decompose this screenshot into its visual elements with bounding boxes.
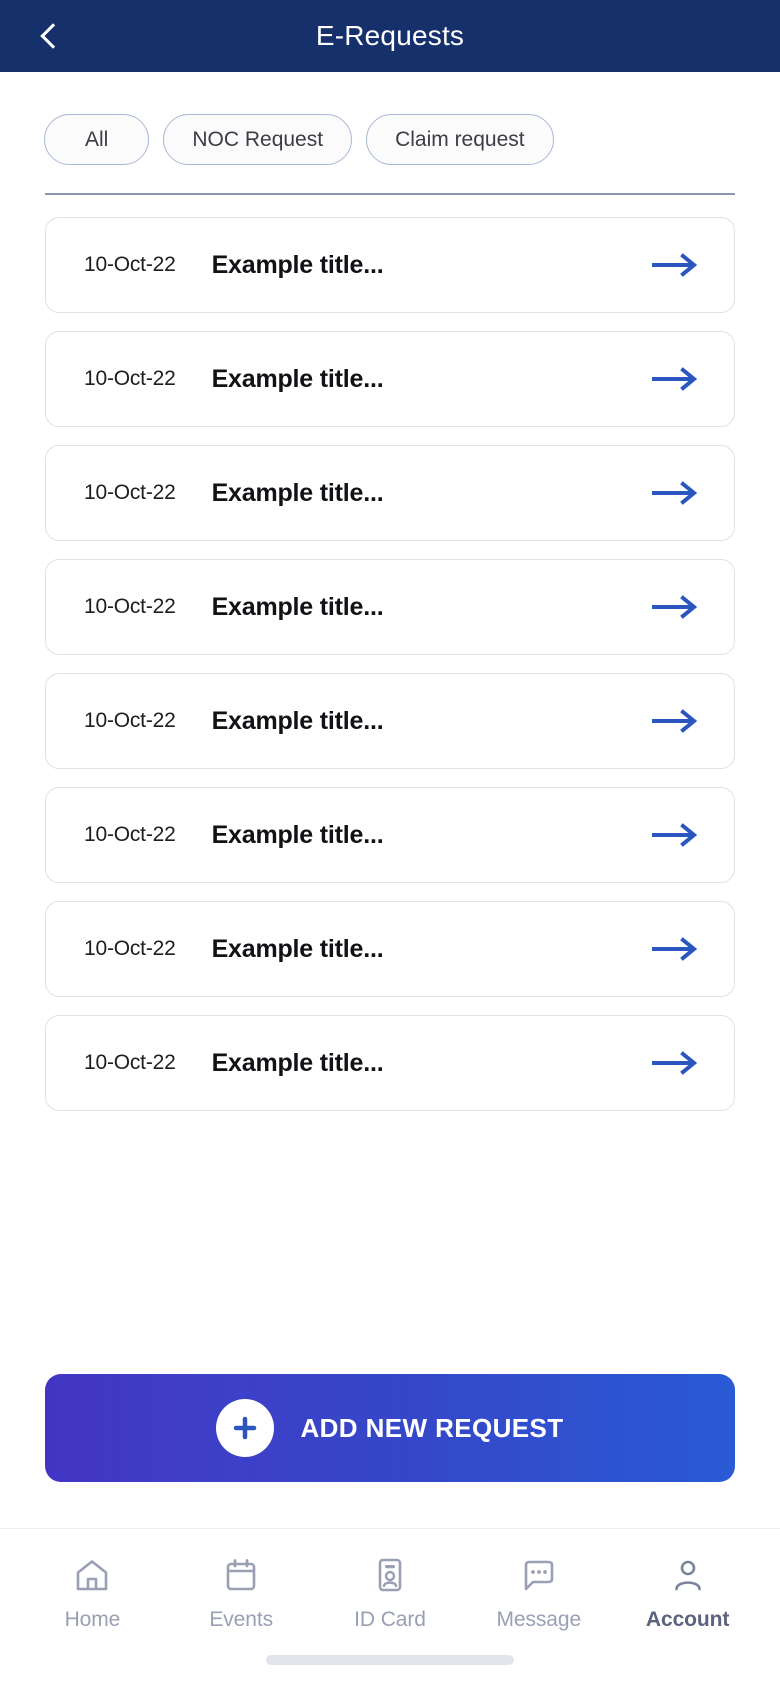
request-date: 10-Oct-22	[84, 709, 176, 733]
request-date: 10-Oct-22	[84, 481, 176, 505]
cta-container: ADD NEW REQUEST	[0, 1374, 780, 1482]
arrow-right-icon[interactable]	[652, 1050, 698, 1076]
add-new-request-button[interactable]: ADD NEW REQUEST	[45, 1374, 735, 1482]
request-title: Example title...	[211, 478, 384, 507]
request-row[interactable]: 10-Oct-22 Example title...	[45, 559, 735, 656]
nav-item-events[interactable]: Events	[171, 1555, 311, 1632]
request-row[interactable]: 10-Oct-22 Example title...	[45, 787, 735, 884]
nav-label-home: Home	[64, 1608, 121, 1631]
app-header: E-Requests	[0, 0, 780, 72]
request-title: Example title...	[211, 1048, 384, 1077]
page-title: E-Requests	[315, 20, 465, 51]
home-icon	[72, 1555, 112, 1595]
request-title: Example title...	[211, 250, 384, 279]
request-title: Example title...	[211, 592, 384, 621]
back-button[interactable]	[26, 12, 74, 60]
nav-label-account: Account	[645, 1608, 730, 1631]
request-row[interactable]: 10-Oct-22 Example title...	[45, 445, 735, 542]
request-row[interactable]: 10-Oct-22 Example title...	[45, 331, 735, 428]
nav-item-account[interactable]: Account	[618, 1555, 758, 1632]
arrow-right-icon[interactable]	[652, 936, 698, 962]
filter-chip-group: All NOC Request Claim request	[0, 72, 780, 166]
arrow-right-icon[interactable]	[652, 708, 698, 734]
nav-label-events: Events	[209, 1608, 273, 1631]
filter-chip-all[interactable]: All	[44, 114, 150, 166]
id-card-icon	[370, 1555, 410, 1595]
filter-chip-claim-request[interactable]: Claim request	[366, 114, 554, 166]
request-row[interactable]: 10-Oct-22 Example title...	[45, 1015, 735, 1112]
request-date: 10-Oct-22	[84, 1051, 176, 1075]
request-title: Example title...	[211, 706, 384, 735]
nav-item-id-card[interactable]: ID Card	[320, 1555, 460, 1632]
arrow-right-icon[interactable]	[652, 822, 698, 848]
plus-icon	[216, 1399, 275, 1457]
home-indicator-area	[0, 1632, 780, 1688]
main-content: All NOC Request Claim request 10-Oct-22 …	[0, 72, 780, 1528]
chevron-left-icon	[40, 23, 66, 49]
message-bubble-icon	[519, 1555, 559, 1595]
request-list: 10-Oct-22 Example title... 10-Oct-22 Exa…	[0, 195, 780, 1112]
request-title: Example title...	[211, 934, 384, 963]
nav-label-message: Message	[496, 1608, 582, 1631]
home-indicator[interactable]	[266, 1655, 514, 1665]
request-date: 10-Oct-22	[84, 823, 176, 847]
bottom-navigation: Home Events ID Card Message Account	[0, 1528, 780, 1632]
arrow-right-icon[interactable]	[652, 366, 698, 392]
request-row[interactable]: 10-Oct-22 Example title...	[45, 673, 735, 770]
request-title: Example title...	[211, 820, 384, 849]
request-date: 10-Oct-22	[84, 595, 176, 619]
arrow-right-icon[interactable]	[652, 252, 698, 278]
request-date: 10-Oct-22	[84, 937, 176, 961]
nav-item-message[interactable]: Message	[469, 1555, 609, 1632]
request-title: Example title...	[211, 364, 384, 393]
arrow-right-icon[interactable]	[652, 594, 698, 620]
nav-item-home[interactable]: Home	[22, 1555, 162, 1632]
person-icon	[668, 1555, 708, 1595]
request-row[interactable]: 10-Oct-22 Example title...	[45, 901, 735, 998]
add-new-request-label: ADD NEW REQUEST	[300, 1412, 564, 1443]
nav-label-id-card: ID Card	[354, 1608, 426, 1631]
request-date: 10-Oct-22	[84, 253, 176, 277]
request-date: 10-Oct-22	[84, 367, 176, 391]
filter-chip-noc-request[interactable]: NOC Request	[163, 114, 353, 166]
arrow-right-icon[interactable]	[652, 480, 698, 506]
calendar-icon	[221, 1555, 261, 1595]
app-screen: E-Requests All NOC Request Claim request…	[0, 0, 780, 1688]
request-row[interactable]: 10-Oct-22 Example title...	[45, 217, 735, 314]
